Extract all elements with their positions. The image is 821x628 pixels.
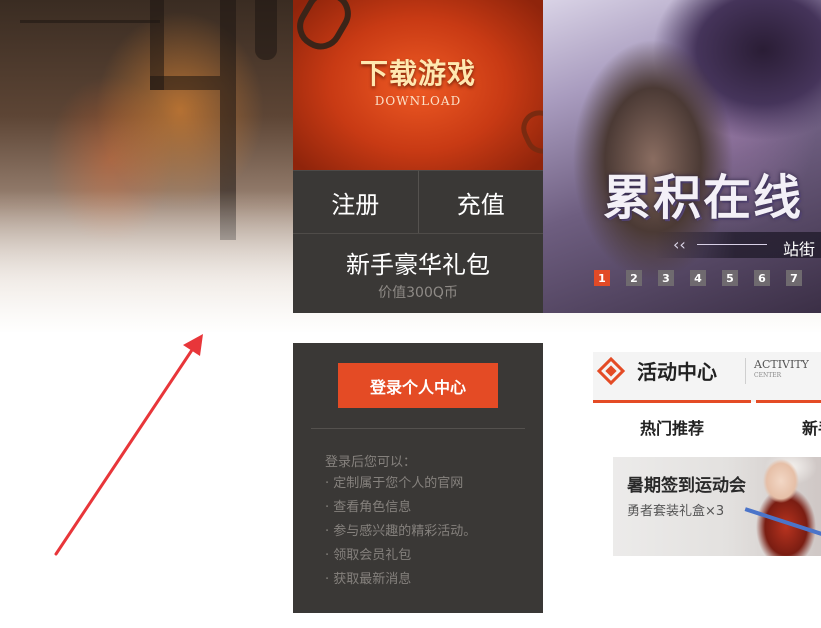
carousel-page-3[interactable]: 3 [658, 270, 674, 286]
activity-center-english-title: ACTIVITY CENTER [754, 358, 809, 379]
login-benefit-item: · 获取最新消息 [325, 572, 412, 587]
carousel-page-1[interactable]: 1 [594, 270, 610, 286]
newbie-gift-pack-button[interactable]: 新手豪华礼包 价值300Q币 [293, 233, 543, 313]
promo-title: 暑期签到运动会 [627, 476, 746, 496]
recharge-button[interactable]: 充值 [418, 170, 543, 233]
login-divider [311, 428, 525, 429]
gift-value: 价值300Q币 [378, 285, 458, 301]
login-benefit-item: · 查看角色信息 [325, 500, 412, 515]
download-subtitle: DOWNLOAD [374, 94, 462, 108]
carousel-subtitle: 站街 [783, 240, 816, 259]
tab-newbie[interactable]: 新手 [756, 400, 821, 440]
promo-character-image [741, 457, 821, 556]
banner-carousel[interactable]: 累积在线 ‹‹ 站街 1 2 3 4 5 6 7 [543, 0, 821, 313]
login-benefits-list: · 定制属于您个人的官网 · 查看角色信息 · 参与感兴趣的精彩活动。 · 领取… [325, 475, 476, 595]
carousel-page-6[interactable]: 6 [754, 270, 770, 286]
promo-subtitle: 勇者套装礼盒×3 [627, 504, 725, 519]
activity-promo-card[interactable]: 暑期签到运动会 勇者套装礼盒×3 [613, 457, 821, 556]
activity-center-title: 活动中心 [637, 360, 717, 384]
diamond-icon [596, 356, 626, 386]
login-panel: 登录个人中心 登录后您可以： · 定制属于您个人的官网 · 查看角色信息 · 参… [293, 343, 543, 613]
download-title: 下载游戏 [359, 57, 476, 90]
quick-action-row: 注册 充值 [293, 170, 543, 233]
carousel-page-5[interactable]: 5 [722, 270, 738, 286]
carousel-slogan: 累积在线 [603, 170, 804, 226]
download-game-button[interactable]: 下载游戏 DOWNLOAD [293, 0, 543, 170]
login-benefit-item: · 定制属于您个人的官网 [325, 476, 464, 491]
carousel-pagination: 1 2 3 4 5 6 7 [594, 270, 802, 286]
login-intro: 登录后您可以： [325, 455, 417, 470]
carousel-page-2[interactable]: 2 [626, 270, 642, 286]
activity-tabs: 热门推荐 新手 [593, 400, 821, 440]
carousel-page-7[interactable]: 7 [786, 270, 802, 286]
gift-title: 新手豪华礼包 [346, 251, 490, 279]
login-benefit-item: · 领取会员礼包 [325, 548, 412, 563]
activity-center-header: 活动中心 ACTIVITY CENTER [593, 352, 821, 402]
register-button[interactable]: 注册 [293, 170, 419, 233]
carousel-page-4[interactable]: 4 [690, 270, 706, 286]
login-benefit-item: · 参与感兴趣的精彩活动。 [325, 524, 477, 539]
tab-hot-recommend[interactable]: 热门推荐 [593, 400, 751, 440]
double-chevron-left-icon: ‹‹ [673, 235, 686, 254]
login-personal-center-button[interactable]: 登录个人中心 [338, 363, 498, 408]
